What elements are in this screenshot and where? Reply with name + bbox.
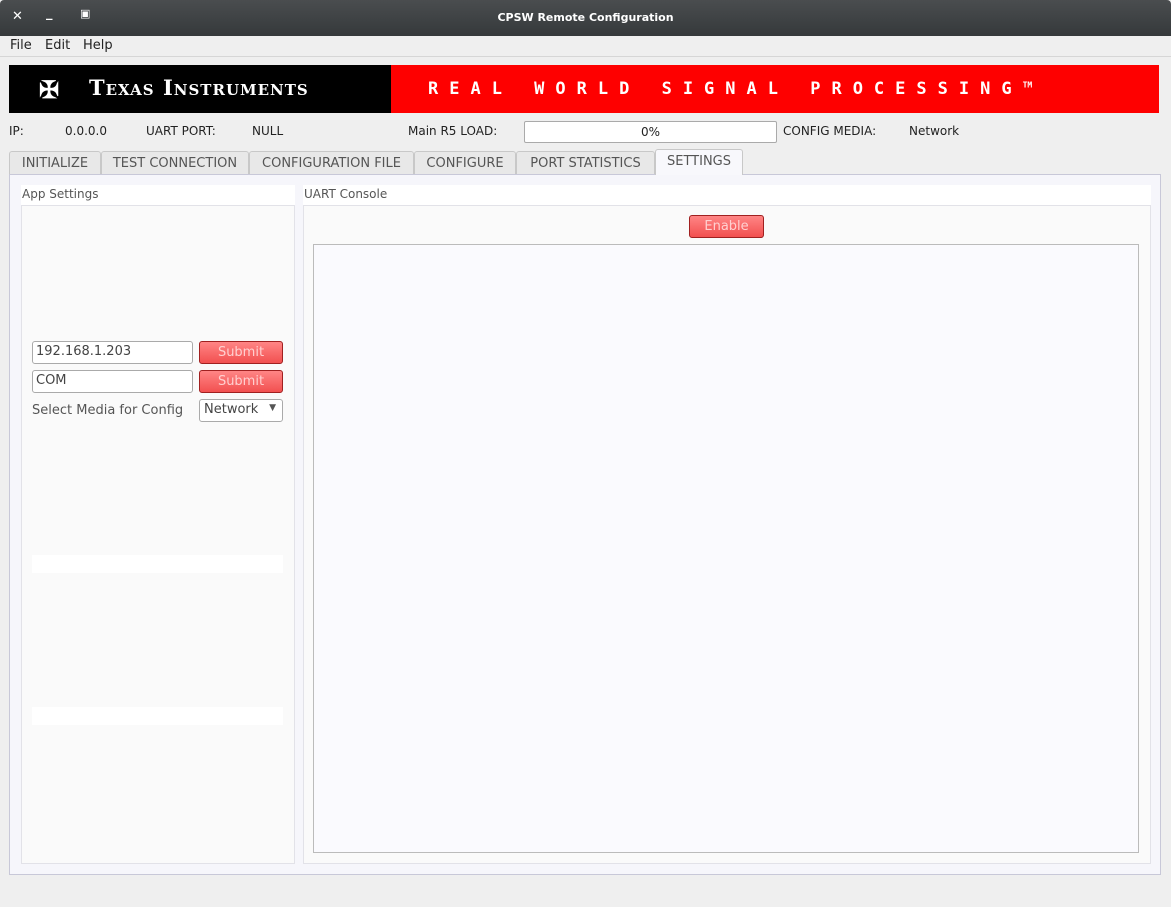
enable-button[interactable]: Enable <box>689 215 764 238</box>
ip-label: IP: <box>9 124 24 138</box>
tab-port-statistics[interactable]: PORT STATISTICS <box>516 151 655 175</box>
slogan: Real World Signal Processing <box>428 79 1023 99</box>
tab-initialize[interactable]: INITIALIZE <box>9 151 101 175</box>
ti-name: Texas Instruments <box>89 75 309 100</box>
ti-logo-banner: ✠ Texas Instruments <box>9 65 391 113</box>
empty-row <box>32 707 283 725</box>
submit-ip-button[interactable]: Submit <box>199 341 283 364</box>
tab-settings[interactable]: SETTINGS <box>655 149 743 175</box>
media-label: CONFIG MEDIA: <box>783 124 877 138</box>
uart-label: UART PORT: <box>146 124 216 138</box>
window-title: CPSW Remote Configuration <box>497 11 674 24</box>
app-settings-box <box>21 205 295 864</box>
menu-help[interactable]: Help <box>83 38 113 53</box>
uart-console-title: UART Console <box>303 185 1151 205</box>
load-label: Main R5 LOAD: <box>408 124 498 138</box>
media-select-label: Select Media for Config <box>32 403 184 418</box>
tab-test-connection[interactable]: TEST CONNECTION <box>101 151 249 175</box>
title-bar: ✕ _ ▣ CPSW Remote Configuration <box>0 0 1171 36</box>
media-value: Network <box>909 124 960 138</box>
menu-bar: File Edit Help <box>0 36 1171 57</box>
tab-configuration-file[interactable]: CONFIGURATION FILE <box>249 151 414 175</box>
tm-mark: TM <box>1022 80 1033 90</box>
port-input[interactable]: COM <box>32 370 193 393</box>
submit-port-button[interactable]: Submit <box>199 370 283 393</box>
empty-row <box>32 555 283 573</box>
ip-input[interactable]: 192.168.1.203 <box>32 341 193 364</box>
menu-file[interactable]: File <box>10 38 32 53</box>
media-select[interactable]: Network ▼ <box>199 399 283 422</box>
load-progress-bar: 0% <box>524 121 777 143</box>
chevron-down-icon: ▼ <box>269 403 276 413</box>
uart-value: NULL <box>252 124 284 138</box>
app-settings-title: App Settings <box>21 185 295 205</box>
media-select-value: Network <box>204 402 259 417</box>
ip-value: 0.0.0.0 <box>65 124 107 138</box>
tab-configure[interactable]: CONFIGURE <box>414 151 516 175</box>
ti-logo-icon: ✠ <box>39 75 61 104</box>
uart-console-textarea[interactable] <box>313 244 1139 853</box>
slogan-banner: Real World Signal ProcessingTM <box>391 65 1159 113</box>
menu-edit[interactable]: Edit <box>45 38 70 53</box>
